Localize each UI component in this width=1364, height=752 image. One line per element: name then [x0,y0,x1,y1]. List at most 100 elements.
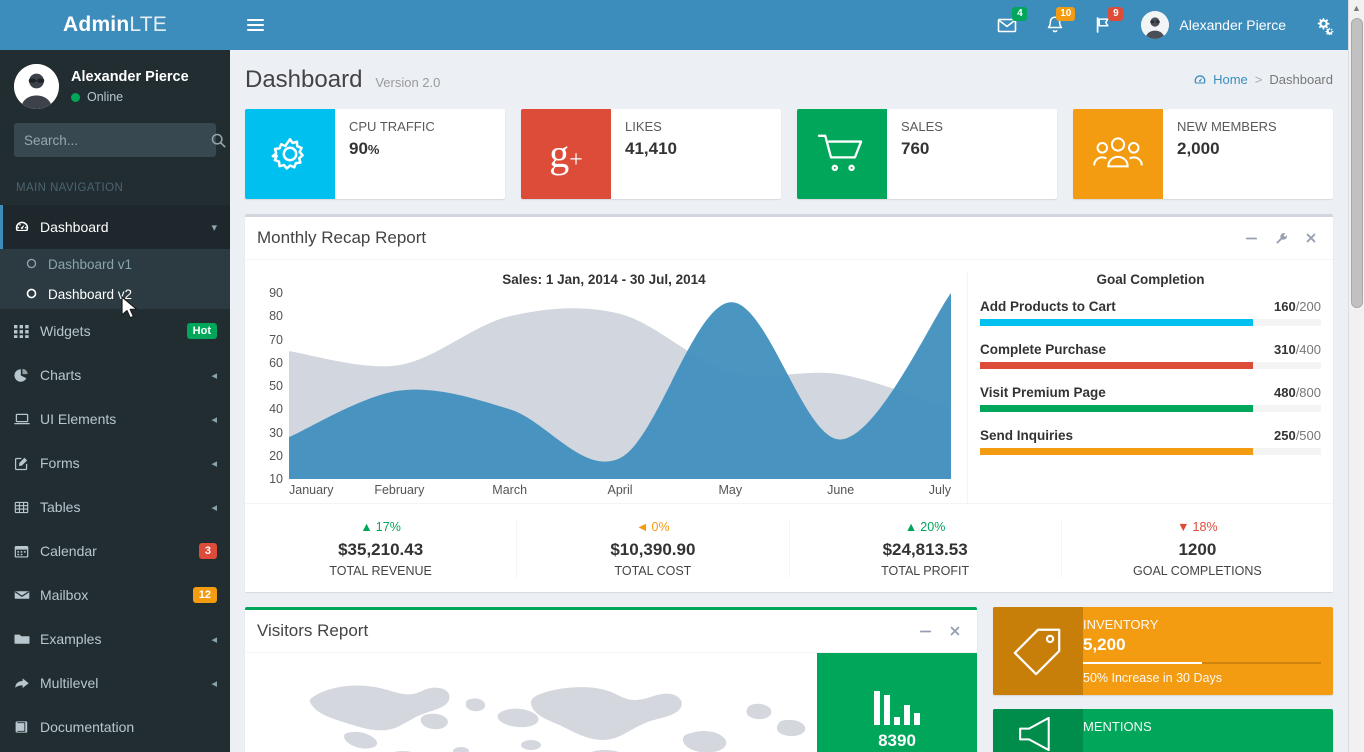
y-tick-label: 60 [269,355,283,370]
recap-row: Monthly Recap Report Sales: 1 Jan, 2014 … [230,214,1348,592]
x-tick-label: February [374,483,425,497]
visitors-world-map[interactable]: 8390 [245,653,977,752]
info-box-col-members: NEW MEMBERS 2,000 [1065,109,1341,199]
monthly-recap-body: Sales: 1 Jan, 2014 - 30 Jul, 2014 10 20 30… [245,260,1333,503]
close-icon[interactable] [1299,227,1323,249]
search-input[interactable] [14,132,211,148]
info-box-body-cpu: CPU TRAFFIC 90% [335,109,445,199]
chevron-left-icon: ◂ [211,501,217,514]
inventory-small-box[interactable]: INVENTORY 5,200 50% Increase in 30 Days [993,607,1333,695]
brand-logo[interactable]: Admin LTE [0,0,230,50]
search-button[interactable] [211,123,226,157]
sidebar-item-calendar[interactable]: Calendar 3 [0,529,230,573]
dashboard-icon [14,219,40,235]
stat-label: TOTAL COST [614,564,692,578]
goal-progress-fill [980,362,1253,369]
info-box-likes[interactable]: g+ LIKES 41,410 [521,109,781,199]
info-box-icon-members [1073,109,1163,199]
info-box-col-likes: g+ LIKES 41,410 [513,109,789,199]
minus-icon[interactable] [1239,227,1263,249]
sidebar-item-ui-elements-label: UI Elements [40,411,117,427]
sidebar-item-tables[interactable]: Tables ◂ [0,485,230,529]
info-box-col-sales: SALES 760 [789,109,1065,199]
info-box-text-cpu: CPU TRAFFIC [349,119,435,134]
sidebar-toggle-button[interactable] [230,0,280,50]
folder-icon [14,631,40,647]
user-menu-button[interactable]: Alexander Pierce [1127,0,1300,50]
notifications-menu-button[interactable]: 10 [1031,0,1079,50]
sidebar-item-mailbox[interactable]: Mailbox 12 [0,573,230,617]
sidebar-item-mailbox-label: Mailbox [40,587,89,603]
edit-icon [14,456,40,471]
goal-total: /500 [1295,428,1321,443]
content-header: Dashboard Version 2.0 Home > Dashboard [230,50,1348,94]
stat-delta-value: 17% [375,520,401,534]
goal-progress-fill [980,319,1253,326]
sidebar-subitem-dashboard-v1-label: Dashboard v1 [48,256,133,272]
mini-bar [904,705,910,725]
goal-name: Send Inquiries [980,428,1074,443]
minus-icon[interactable] [913,620,937,642]
x-tick-label: July [928,483,951,497]
sidebar-subitem-dashboard-v2[interactable]: Dashboard v2 [0,279,230,309]
scrollbar-thumb[interactable] [1351,18,1363,308]
mentions-small-box[interactable]: MENTIONS [993,709,1333,752]
info-box-text-likes: LIKES [625,119,662,134]
sidebar-item-forms[interactable]: Forms ◂ [0,441,230,485]
stat-value: 1200 [1178,540,1217,559]
info-box-value-cpu: 90 [349,139,368,158]
sidebar-item-calendar-label: Calendar [40,543,97,559]
wrench-icon[interactable] [1269,227,1293,249]
info-box-body-members: NEW MEMBERS 2,000 [1163,109,1287,199]
goal-value: 480/800 [1274,385,1321,400]
sidebar-item-widgets[interactable]: Widgets Hot [0,309,230,353]
info-box-suffix-cpu: % [367,142,380,157]
sidebar-item-dashboard[interactable]: Dashboard ▾ [0,205,230,249]
notifications-badge: 10 [1056,7,1076,21]
info-box-new-members[interactable]: NEW MEMBERS 2,000 [1073,109,1333,199]
close-icon[interactable] [943,620,967,642]
goal-item: Add Products to Cart 160/200 [980,299,1321,326]
y-tick-label: 70 [269,332,283,347]
sidebar-item-examples[interactable]: Examples ◂ [0,617,230,661]
sidebar-item-charts[interactable]: Charts ◂ [0,353,230,397]
sidebar-subitem-dashboard-v1[interactable]: Dashboard v1 [0,249,230,279]
inventory-description: 50% Increase in 30 Days [1083,671,1222,685]
brand-logo-bold: Admin [63,13,130,36]
dashboard-icon [1194,74,1206,83]
info-box-cpu-traffic[interactable]: CPU TRAFFIC 90% [245,109,505,199]
visitors-col: Visitors Report 8390 [237,607,985,752]
inventory-label: INVENTORY [1083,617,1159,632]
tasks-menu-button[interactable]: 9 [1079,0,1127,50]
table-icon [14,500,40,515]
page-scrollbar[interactable]: ▲ [1348,0,1364,752]
sidebar-item-documentation[interactable]: Documentation [0,705,230,749]
info-box-body-sales: SALES 760 [887,109,953,199]
goal-progress-track [980,362,1321,369]
info-box-sales[interactable]: SALES 760 [797,109,1057,199]
goal-name: Visit Premium Page [980,385,1106,400]
chevron-left-icon: ◂ [211,369,217,382]
visitors-report-box: Visitors Report 8390 [245,607,977,752]
y-tick-label: 30 [269,425,283,440]
x-tick-label: April [607,483,633,497]
info-box-number-sales: 760 [901,139,930,158]
mentions-icon-wrap [993,709,1083,752]
sidebar-subitem-dashboard-v2-label: Dashboard v2 [48,286,133,302]
sidebar-item-ui-elements[interactable]: UI Elements ◂ [0,397,230,441]
goal-item: Send Inquiries 250/500 [980,428,1321,455]
monthly-recap-title: Monthly Recap Report [257,228,427,247]
stat-value: $35,210.43 [338,540,424,559]
monthly-recap-footer: ▲ 17% $35,210.43 TOTAL REVENUE ◄ 0% $10,390.90… [245,503,1333,592]
stat-item: ◄ 0% $10,390.90 TOTAL COST [517,520,790,578]
stat-delta: ▼ 18% [1070,520,1325,534]
control-sidebar-button[interactable] [1300,0,1348,50]
inventory-progress-track [1083,662,1321,664]
scroll-up-arrow-icon[interactable]: ▲ [1349,0,1364,16]
breadcrumb-home[interactable]: Home [1193,72,1248,87]
chart-y-axis: 10 20 30 40 50 60 70 80 90 [257,287,283,485]
chart-x-axis: January February March April May June July [289,483,951,501]
sidebar-item-multilevel[interactable]: Multilevel ◂ [0,661,230,705]
messages-menu-button[interactable]: 4 [983,0,1031,50]
sidebar-item-forms-label: Forms [40,455,80,471]
